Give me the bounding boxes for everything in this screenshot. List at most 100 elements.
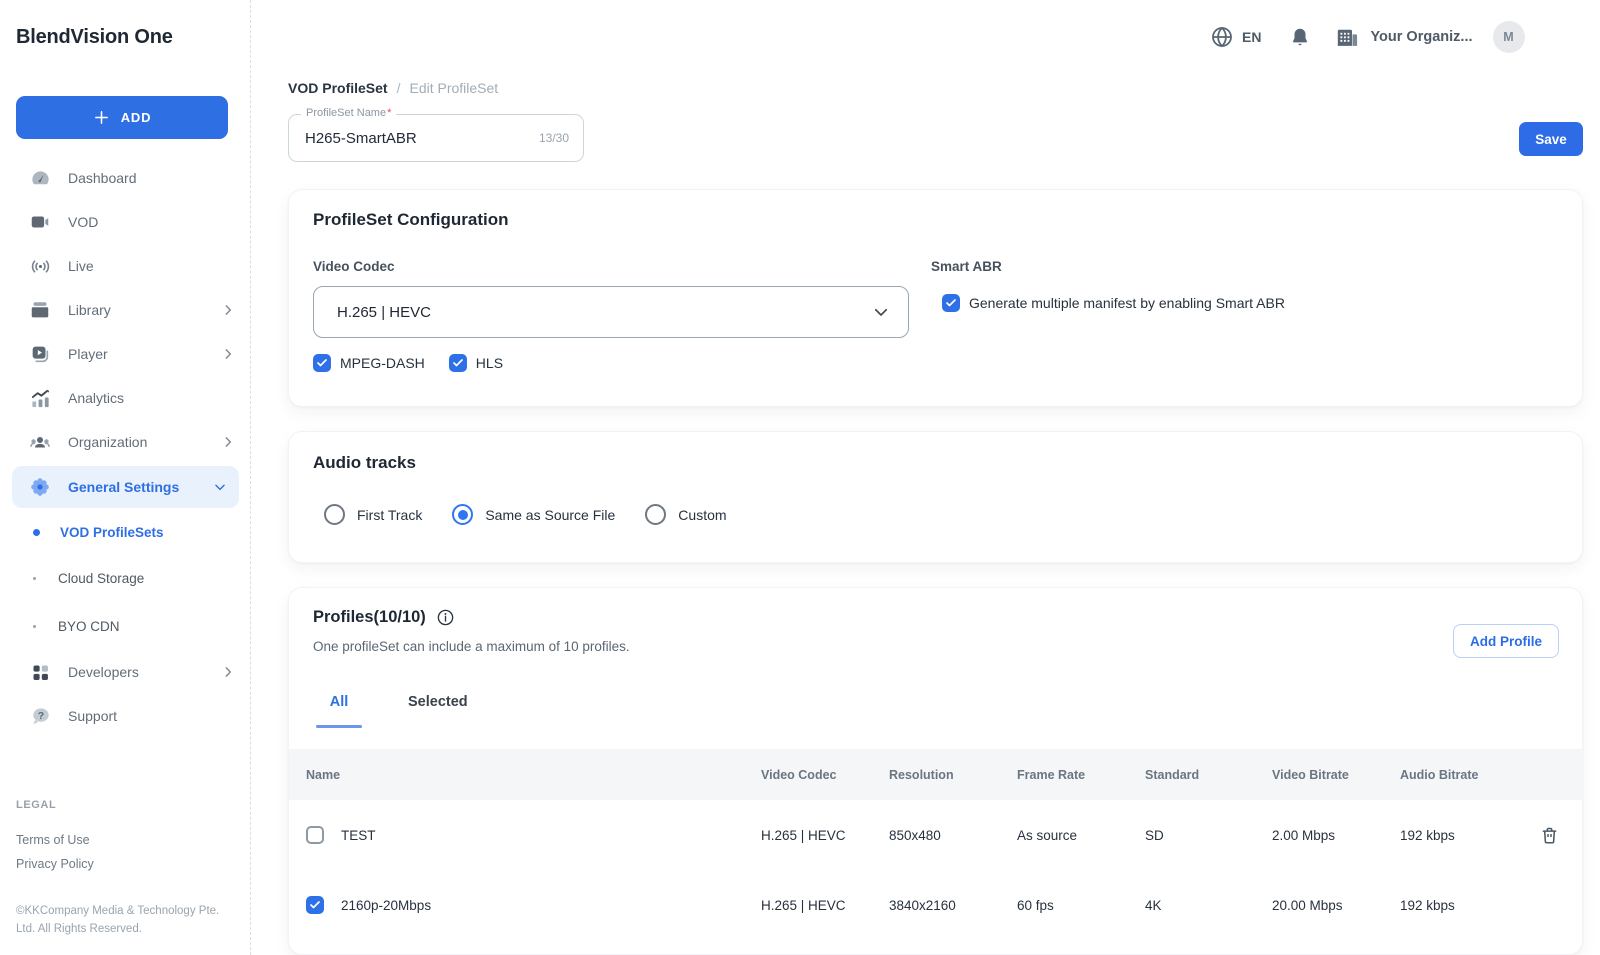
- radio-custom[interactable]: Custom: [645, 504, 726, 525]
- organization-name[interactable]: Your Organiz...: [1370, 29, 1472, 45]
- active-bullet-icon: [33, 529, 40, 536]
- profiles-title: Profiles(10/10): [313, 608, 426, 627]
- sidebar-item-byo-cdn[interactable]: BYO CDN: [0, 602, 251, 650]
- sidebar-item-library[interactable]: Library: [0, 288, 251, 332]
- profiles-subtitle: One profileSet can include a maximum of …: [313, 639, 630, 654]
- avatar[interactable]: M: [1493, 21, 1525, 53]
- legal-section: LEGAL Terms of Use Privacy Policy ©KKCom…: [16, 799, 228, 939]
- card-title: ProfileSet Configuration: [313, 210, 509, 230]
- profile-frame-rate: As source: [1017, 828, 1145, 843]
- checkbox-checked-icon: [942, 294, 960, 312]
- video-codec-value: H.265 | HEVC: [337, 304, 872, 321]
- sidebar-item-vod[interactable]: VOD: [0, 200, 251, 244]
- svg-text:?: ?: [37, 709, 43, 721]
- profile-audio-bitrate: 192 kbps: [1400, 828, 1520, 843]
- player-icon: [28, 342, 52, 366]
- bullet-icon: [33, 625, 36, 628]
- sidebar-item-general-settings[interactable]: General Settings: [12, 466, 239, 508]
- library-icon: [28, 298, 52, 322]
- breadcrumb-current: Edit ProfileSet: [409, 80, 498, 96]
- app-logo: BlendVision One: [16, 26, 173, 49]
- save-button[interactable]: Save: [1519, 122, 1583, 156]
- row-checkbox-checked[interactable]: [306, 896, 324, 914]
- sidebar-item-dashboard[interactable]: Dashboard: [0, 156, 251, 200]
- col-standard: Standard: [1145, 768, 1272, 782]
- profiles-table: Name Video Codec Resolution Frame Rate S…: [289, 749, 1584, 940]
- smart-abr-checkbox[interactable]: Generate multiple manifest by enabling S…: [942, 294, 1285, 312]
- profile-video-codec: H.265 | HEVC: [761, 828, 889, 843]
- profile-standard: SD: [1145, 828, 1272, 843]
- table-row: TEST H.265 | HEVC 850x480 As source SD 2…: [289, 800, 1584, 870]
- breadcrumb: VOD ProfileSet / Edit ProfileSet: [288, 80, 498, 96]
- terms-of-use-link[interactable]: Terms of Use: [16, 833, 228, 847]
- profile-resolution: 850x480: [889, 828, 1017, 843]
- profile-video-bitrate: 2.00 Mbps: [1272, 828, 1400, 843]
- profile-frame-rate: 60 fps: [1017, 898, 1145, 913]
- bullet-icon: [33, 577, 36, 580]
- col-video-codec: Video Codec: [761, 768, 889, 782]
- profile-name: 2160p-20Mbps: [341, 898, 431, 913]
- col-audio-bitrate: Audio Bitrate: [1400, 768, 1520, 782]
- col-resolution: Resolution: [889, 768, 1017, 782]
- breadcrumb-separator: /: [397, 80, 401, 96]
- bell-icon[interactable]: [1289, 26, 1311, 48]
- char-counter: 13/30: [539, 115, 569, 161]
- row-checkbox[interactable]: [306, 826, 324, 844]
- radio-first-track[interactable]: First Track: [324, 504, 422, 525]
- add-profile-button[interactable]: Add Profile: [1453, 624, 1559, 658]
- sidebar-nav: Dashboard VOD Live Library Player Analyt…: [0, 156, 251, 738]
- sidebar-item-support[interactable]: ? Support: [0, 694, 251, 738]
- organization-icon[interactable]: [1335, 25, 1360, 50]
- privacy-policy-link[interactable]: Privacy Policy: [16, 857, 228, 871]
- sidebar-item-player[interactable]: Player: [0, 332, 251, 376]
- profile-audio-bitrate: 192 kbps: [1400, 898, 1520, 913]
- chevron-down-icon: [872, 303, 890, 321]
- breadcrumb-parent[interactable]: VOD ProfileSet: [288, 80, 388, 96]
- profile-video-codec: H.265 | HEVC: [761, 898, 889, 913]
- sidebar-item-vod-profilesets[interactable]: VOD ProfileSets: [0, 510, 251, 554]
- profileset-name-input[interactable]: ProfileSet Name* H265-SmartABR 13/30: [288, 114, 584, 162]
- smart-abr-label: Smart ABR: [931, 259, 1002, 274]
- add-button[interactable]: ADD: [16, 96, 228, 139]
- sidebar-item-organization[interactable]: Organization: [0, 420, 251, 464]
- chevron-down-icon: [213, 480, 227, 494]
- mpeg-dash-checkbox[interactable]: MPEG-DASH: [313, 354, 425, 372]
- video-codec-label: Video Codec: [313, 259, 395, 274]
- profile-resolution: 3840x2160: [889, 898, 1017, 913]
- plus-icon: [93, 109, 110, 126]
- globe-icon[interactable]: [1210, 25, 1234, 49]
- language-label[interactable]: EN: [1242, 29, 1261, 45]
- radio-same-as-source[interactable]: Same as Source File: [452, 504, 615, 525]
- col-frame-rate: Frame Rate: [1017, 768, 1145, 782]
- delete-profile-button[interactable]: [1520, 825, 1584, 846]
- radio-icon: [645, 504, 666, 525]
- video-codec-select[interactable]: H.265 | HEVC: [313, 286, 909, 338]
- top-header: EN Your Organiz... M: [1210, 18, 1525, 56]
- col-name: Name: [289, 768, 761, 782]
- profile-name: TEST: [341, 828, 376, 843]
- hls-checkbox[interactable]: HLS: [449, 354, 503, 372]
- sidebar-item-developers[interactable]: Developers: [0, 650, 251, 694]
- sidebar-item-live[interactable]: Live: [0, 244, 251, 288]
- sidebar-item-analytics[interactable]: Analytics: [0, 376, 251, 420]
- profileset-configuration-card: ProfileSet Configuration Video Codec H.2…: [288, 189, 1583, 407]
- checkbox-checked-icon: [449, 354, 467, 372]
- chevron-right-icon: [221, 665, 235, 679]
- live-icon: [28, 254, 52, 278]
- profiles-card: Profiles(10/10) One profileSet can inclu…: [288, 587, 1583, 955]
- audio-tracks-card: Audio tracks First Track Same as Source …: [288, 431, 1583, 563]
- vod-icon: [28, 210, 52, 234]
- analytics-icon: [28, 386, 52, 410]
- table-row: 2160p-20Mbps H.265 | HEVC 3840x2160 60 f…: [289, 870, 1584, 940]
- tab-all[interactable]: All: [316, 694, 362, 728]
- profileset-name-value: H265-SmartABR: [305, 115, 417, 161]
- table-header-row: Name Video Codec Resolution Frame Rate S…: [289, 749, 1584, 800]
- radio-icon: [324, 504, 345, 525]
- radio-selected-icon: [452, 504, 473, 525]
- sidebar-item-cloud-storage[interactable]: Cloud Storage: [0, 554, 251, 602]
- profile-standard: 4K: [1145, 898, 1272, 913]
- developers-icon: [28, 660, 52, 684]
- info-icon[interactable]: [436, 608, 455, 627]
- card-title: Audio tracks: [313, 453, 416, 473]
- tab-selected[interactable]: Selected: [408, 694, 468, 728]
